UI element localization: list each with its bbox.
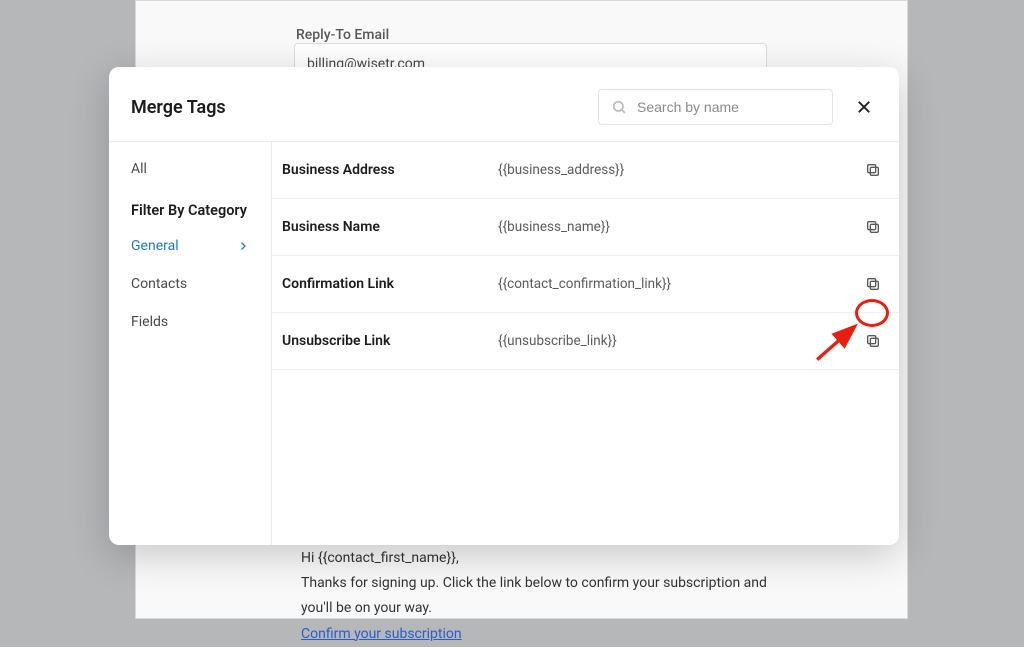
copy-icon (865, 333, 881, 349)
tag-name: Business Name (282, 219, 498, 235)
search-box[interactable] (598, 89, 833, 125)
tag-value: {{unsubscribe_link}} (498, 333, 857, 349)
sidebar-item-contacts[interactable]: Contacts (109, 265, 271, 303)
sidebar-item-label: General (131, 238, 179, 254)
sidebar-item-label: Contacts (131, 276, 187, 292)
sidebar-item-general[interactable]: General (109, 227, 271, 265)
copy-icon (865, 276, 881, 292)
sidebar-item-label: All (131, 161, 147, 177)
reply-to-label: Reply-To Email (296, 27, 389, 43)
copy-button[interactable] (857, 268, 889, 300)
search-icon (611, 99, 627, 115)
close-button[interactable] (851, 94, 877, 120)
search-input[interactable] (635, 98, 820, 116)
confirm-subscription-link[interactable]: Confirm your subscription (301, 626, 462, 642)
copy-button[interactable] (857, 325, 889, 357)
close-icon (855, 98, 873, 116)
email-body-preview: Hi {{contact_first_name}}, Thanks for si… (301, 546, 767, 647)
sidebar-item-label: Fields (131, 314, 168, 330)
copy-icon (865, 162, 881, 178)
body-line: Thanks for signing up. Click the link be… (301, 571, 767, 621)
tags-list: Business Address {{business_address}} Bu… (272, 142, 899, 545)
table-row: Confirmation Link {{contact_confirmation… (272, 256, 899, 313)
modal-body: All Filter By Category General Contacts … (109, 142, 899, 545)
chevron-right-icon (237, 240, 249, 252)
sidebar-filter-heading: Filter By Category (109, 188, 271, 227)
header-right (598, 89, 877, 125)
table-row: Unsubscribe Link {{unsubscribe_link}} (272, 313, 899, 370)
copy-button[interactable] (857, 154, 889, 186)
modal-header: Merge Tags (109, 67, 899, 142)
copy-icon (865, 219, 881, 235)
merge-tags-modal: Merge Tags All Filter By Categ (109, 67, 899, 545)
table-row: Business Address {{business_address}} (272, 142, 899, 199)
tag-value: {{contact_confirmation_link}} (498, 276, 857, 292)
tag-name: Unsubscribe Link (282, 333, 498, 349)
sidebar: All Filter By Category General Contacts … (109, 142, 272, 545)
body-greeting: Hi {{contact_first_name}}, (301, 546, 767, 571)
sidebar-item-all[interactable]: All (109, 150, 271, 188)
modal-title: Merge Tags (131, 97, 226, 118)
tag-name: Confirmation Link (282, 276, 498, 292)
tag-value: {{business_name}} (498, 219, 857, 235)
tag-name: Business Address (282, 162, 498, 178)
copy-button[interactable] (857, 211, 889, 243)
tag-value: {{business_address}} (498, 162, 857, 178)
table-row: Business Name {{business_name}} (272, 199, 899, 256)
sidebar-item-fields[interactable]: Fields (109, 303, 271, 341)
